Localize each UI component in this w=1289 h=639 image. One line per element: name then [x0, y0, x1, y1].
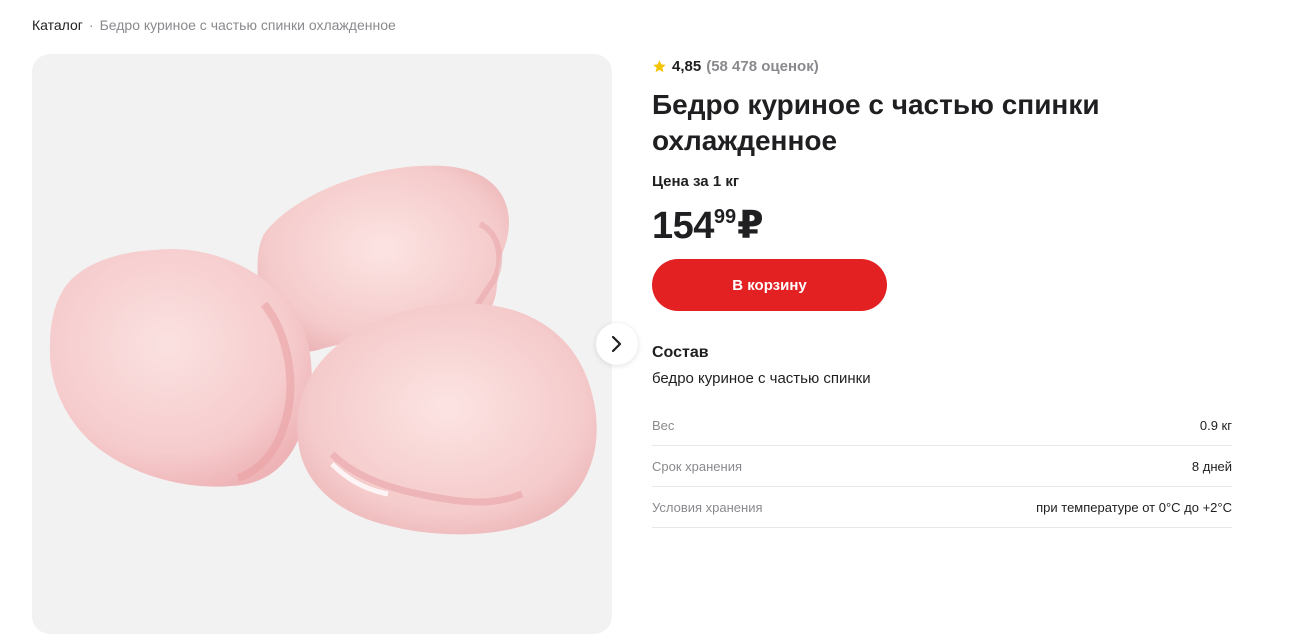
- product-price: 154 99 ₽: [652, 204, 1232, 250]
- product-rating[interactable]: 4,85 (58 478 оценок): [652, 55, 1232, 77]
- rating-count: (58 478 оценок): [706, 57, 819, 75]
- price-rubles: 154: [652, 205, 714, 247]
- specs-table: Вес 0.9 кг Срок хранения 8 дней Условия …: [652, 405, 1232, 528]
- gallery-next-button[interactable]: [596, 323, 638, 365]
- spec-value: при температуре от 0°C до +2°C: [1036, 499, 1232, 515]
- composition-title: Состав: [652, 344, 709, 361]
- spec-row-shelf-life: Срок хранения 8 дней: [652, 446, 1232, 487]
- spec-row-storage: Условия хранения при температуре от 0°C …: [652, 487, 1232, 528]
- product-info: 4,85 (58 478 оценок) Бедро куриное с час…: [652, 55, 1232, 528]
- spec-label: Условия хранения: [652, 499, 763, 515]
- breadcrumb-current: Бедро куриное с частью спинки охлажденно…: [99, 17, 396, 33]
- spec-value: 8 дней: [1191, 458, 1232, 474]
- breadcrumb: Каталог · Бедро куриное с частью спинки …: [32, 17, 396, 33]
- price-currency: ₽: [737, 205, 764, 247]
- breadcrumb-catalog-link[interactable]: Каталог: [32, 17, 83, 33]
- rating-value: 4,85: [672, 57, 702, 75]
- spec-label: Вес: [652, 417, 675, 433]
- price-unit-label: Цена за 1 кг: [652, 173, 740, 190]
- spec-label: Срок хранения: [652, 458, 742, 474]
- star-icon: [653, 59, 666, 72]
- add-to-cart-button[interactable]: В корзину: [652, 259, 887, 311]
- product-title: Бедро куриное с частью спинки охлажденно…: [652, 89, 1100, 156]
- breadcrumb-separator: ·: [88, 17, 94, 33]
- spec-row-weight: Вес 0.9 кг: [652, 405, 1232, 446]
- price-kopecks: 99: [713, 206, 737, 228]
- chicken-thighs-photo: [49, 165, 597, 535]
- composition-text: бедро куриное с частью спинки: [652, 370, 871, 387]
- product-gallery[interactable]: [32, 54, 612, 634]
- spec-value: 0.9 кг: [1199, 417, 1232, 433]
- chevron-right-icon: [611, 335, 622, 353]
